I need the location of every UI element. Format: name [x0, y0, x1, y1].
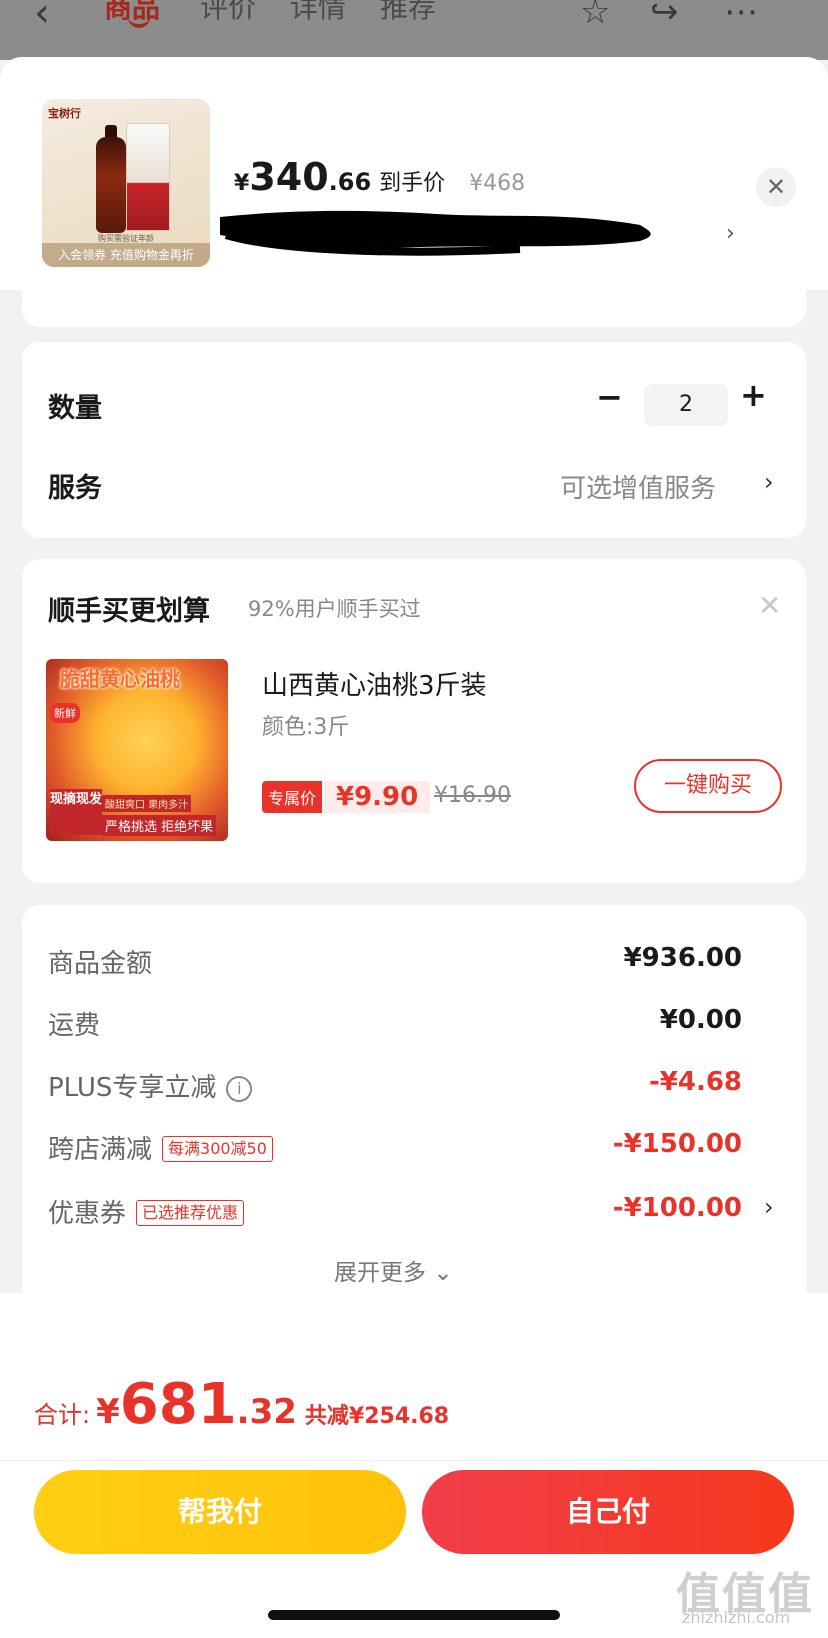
price-dec: .66 [328, 168, 372, 196]
exclusive-price-tag: 专属价 [262, 781, 323, 813]
addon-close-icon[interactable]: ✕ [758, 589, 781, 622]
quantity-label: 数量 [48, 393, 102, 424]
thumb-promo-strip: 入会领券 充值购物金再折 [42, 243, 210, 267]
amount-label-shipping: 运费 [48, 1011, 101, 1041]
help-pay-button[interactable]: 帮我付 [34, 1470, 406, 1554]
quantity-value[interactable]: 2 [644, 384, 728, 426]
expand-more-button[interactable]: 展开更多 ⌄ [334, 1253, 453, 1287]
addon-card: 顺手买更划算 92%用户顺手买过 ✕ 脆甜黄心油桃 新鲜 现摘现发 酸甜爽口 果… [22, 559, 806, 883]
original-price: ¥468 [469, 171, 526, 196]
total-price: 合计: ¥681.32 共减¥254.68 [34, 1372, 449, 1437]
addon-product-name[interactable]: 山西黄心油桃3斤装 [262, 665, 487, 702]
tab-recommend[interactable]: 推荐 [380, 0, 436, 26]
addon-subtitle: 92%用户顺手买过 [248, 597, 421, 621]
quantity-plus-button[interactable]: + [740, 376, 767, 414]
coupon-chevron-icon[interactable]: › [764, 1193, 774, 1221]
chevron-down-icon: ⌄ [433, 1260, 453, 1286]
spec-card-bottom [22, 273, 806, 327]
tab-reviews[interactable]: 评价 [200, 0, 256, 26]
amount-value-shipping: ¥0.00 [659, 1005, 742, 1035]
spec-chevron-icon[interactable]: › [726, 221, 735, 246]
total-saved: 共减¥254.68 [304, 1404, 450, 1429]
total-dec: .32 [236, 1392, 297, 1432]
amount-label-crossstore: 跨店满减 [48, 1135, 153, 1165]
price-int: 340 [249, 155, 329, 199]
star-icon[interactable]: ☆ [580, 0, 610, 32]
more-icon[interactable]: ⋯ [724, 0, 758, 32]
amount-row-plus: PLUS专享立减 i [48, 1067, 253, 1104]
product-header: 宝树行 购买需验证年龄 入会领券 充值购物金再折 ¥340.66 到手价 ¥468 … [0, 57, 828, 290]
fruit-fresh-badge: 新鲜 [50, 703, 80, 723]
quantity-minus-button[interactable]: − [596, 378, 623, 416]
fruit-banner-1: 酸甜爽口 果肉多汁 [102, 795, 192, 812]
bottle-image [96, 137, 126, 233]
fruit-pick-badge: 现摘现发 [50, 789, 102, 835]
thumb-brand: 宝树行 [48, 107, 81, 120]
self-pay-button[interactable]: 自己付 [422, 1470, 794, 1554]
quantity-card: 数量 − 2 + 服务 可选增值服务 › [22, 342, 806, 538]
amount-label-coupon: 优惠券 [48, 1199, 127, 1229]
amount-row-coupon[interactable]: 优惠券 已选推荐优惠 [48, 1193, 245, 1230]
addon-product-spec: 颜色:3斤 [262, 715, 350, 740]
one-click-buy-button[interactable]: 一键购买 [634, 759, 782, 813]
product-price: ¥340.66 到手价 ¥468 [234, 155, 525, 199]
price-label: 到手价 [379, 171, 446, 196]
watermark-url: zhizhizhi.com [682, 1608, 791, 1627]
total-currency: ¥ [96, 1392, 120, 1432]
addon-product-image[interactable]: 脆甜黄心油桃 新鲜 现摘现发 酸甜爽口 果肉多汁 严格挑选 拒绝坏果 [46, 659, 228, 841]
price-currency: ¥ [234, 171, 250, 196]
total-label: 合计: [34, 1401, 91, 1429]
crossstore-tag: 每满300减50 [162, 1136, 273, 1162]
coupon-tag: 已选推荐优惠 [136, 1200, 245, 1226]
amount-value-crossstore: -¥150.00 [612, 1129, 742, 1159]
service-value[interactable]: 可选增值服务 [560, 468, 716, 505]
info-icon[interactable]: i [226, 1076, 253, 1102]
expand-more-label: 展开更多 [334, 1260, 426, 1286]
back-icon[interactable]: ‹ [34, 0, 50, 36]
service-chevron-icon[interactable]: › [764, 468, 774, 496]
share-icon[interactable]: ↪ [650, 0, 679, 32]
amount-value-plus: -¥4.68 [648, 1067, 742, 1097]
addon-old-price: ¥16.90 [434, 783, 511, 808]
top-nav: ‹ 商品 评价 详情 推荐 ☆ ↪ ⋯ [0, 0, 828, 60]
fruit-banner-2: 严格挑选 拒绝坏果 [102, 815, 217, 836]
amount-value-goods: ¥936.00 [623, 943, 742, 973]
total-int: 681 [119, 1372, 237, 1437]
addon-price: ¥9.90 [324, 781, 431, 813]
amount-label-plus: PLUS专享立减 [48, 1073, 217, 1103]
amount-value-coupon: -¥100.00 [612, 1193, 742, 1223]
tab-active-indicator [128, 16, 150, 28]
gift-box-image [126, 123, 170, 231]
addon-title: 顺手买更划算 [48, 596, 210, 627]
amount-label-goods: 商品金额 [48, 949, 153, 979]
home-indicator [268, 1610, 560, 1620]
service-label: 服务 [48, 473, 102, 504]
redaction-scribble [220, 210, 651, 256]
close-icon[interactable]: ✕ [756, 167, 796, 207]
tab-details[interactable]: 详情 [290, 0, 346, 26]
fruit-headline: 脆甜黄心油桃 [60, 667, 180, 691]
amount-card: 商品金额 ¥936.00 运费 ¥0.00 PLUS专享立减 i -¥4.68 跨… [22, 905, 806, 1317]
product-thumbnail: 宝树行 购买需验证年龄 入会领券 充值购物金再折 [42, 99, 210, 267]
amount-row-crossstore: 跨店满减 每满300减50 [48, 1129, 273, 1166]
divider [0, 1460, 828, 1461]
